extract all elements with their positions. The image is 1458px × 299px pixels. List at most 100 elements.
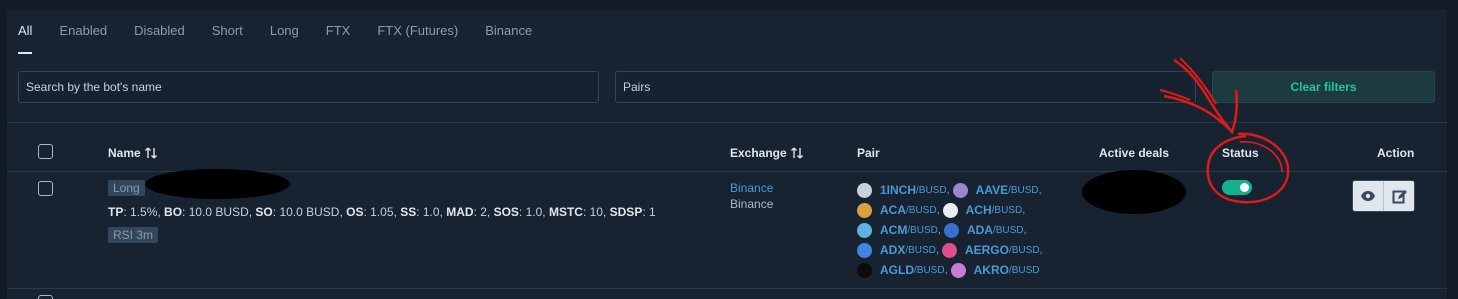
status-toggle[interactable] [1222,180,1252,195]
param-separator: : [642,205,649,219]
param-value: 10.0 BUSD, [279,205,347,219]
edit-button[interactable] [1383,181,1414,211]
pair-symbol: AGLD [880,263,914,277]
pair-item[interactable]: AERGO/BUSD, [941,242,1043,258]
tab-ftx-futures[interactable]: FTX (Futures) [377,23,458,43]
tab-long[interactable]: Long [270,23,299,43]
eye-icon [1361,191,1376,201]
tab-ftx[interactable]: FTX [326,23,351,43]
edit-icon [1392,189,1407,203]
param-value: 1.0, [422,205,447,219]
pair-symbol: AAVE [975,183,1009,197]
adx-coin-icon [857,242,872,258]
indicator-tag: RSI 3m [108,227,159,243]
aca-coin-icon [857,202,872,218]
pairs-list: 1INCH/BUSD, AAVE/BUSD, ACA/BUSD, ACH/BUSD, A… [857,180,1097,280]
clear-filters-button[interactable]: Clear filters [1212,71,1435,103]
pair-quote: /BUSD [1008,244,1040,256]
strategy-tag: Long [108,180,145,196]
pair-quote: /BUSD [992,224,1024,236]
exchange-link[interactable]: Binance [730,181,773,195]
ach-coin-icon [942,202,958,218]
param-separator: : [182,205,189,219]
exchange-header-label: Exchange [730,146,787,160]
tab-binance[interactable]: Binance [485,23,532,43]
pair-item[interactable]: 1INCH/BUSD, [857,182,950,198]
pair-symbol: ACM [880,223,908,237]
pair-symbol: AERGO [964,243,1009,257]
1inch-coin-icon [857,182,872,198]
name-header-label: Name [108,146,141,160]
pair-symbol: AKRO [973,263,1009,277]
pair-separator: , [1023,224,1027,236]
select-all-checkbox[interactable] [38,144,53,159]
param-key: BO [164,205,183,219]
pair-separator: , [936,204,940,216]
pair-item[interactable]: AAVE/BUSD, [952,182,1042,198]
pair-quote: /BUSD [914,264,945,276]
pair-separator: , [935,244,939,256]
action-buttons [1352,180,1415,212]
acm-coin-icon [857,222,872,238]
aave-coin-icon [952,182,968,198]
row-divider [7,288,1447,289]
param-value: 1.0, [525,205,549,219]
pair-item[interactable]: ACM/BUSD, [857,222,941,238]
sort-icon[interactable] [790,146,804,160]
param-separator: : [582,205,590,219]
pair-item[interactable]: ACA/BUSD, [857,202,940,218]
param-key: SDSP [609,205,643,219]
exchange-header[interactable]: Exchange [730,146,804,160]
param-separator: : [123,205,131,219]
pair-line: ACA/BUSD, ACH/BUSD, [857,200,1097,220]
pair-symbol: 1INCH [880,183,917,197]
pair-quote: /BUSD [916,184,947,196]
agld-coin-icon [857,262,872,278]
view-button[interactable] [1353,181,1384,211]
pair-item[interactable]: AGLD/BUSD, [857,262,948,278]
pair-line: 1INCH/BUSD, AAVE/BUSD, [857,180,1097,200]
exchange-account: Binance [730,197,774,211]
param-separator: : [416,205,423,219]
pair-header: Pair [857,146,880,160]
param-key: OS [346,205,364,219]
tab-enabled[interactable]: Enabled [59,23,107,43]
param-value: 2, [480,205,494,219]
pair-item[interactable]: ADA/BUSD, [943,222,1027,238]
status-header: Status [1222,146,1259,160]
pair-line: AGLD/BUSD, AKRO/BUSD [857,260,1097,280]
pair-quote: /BUSD [1008,184,1039,196]
ada-coin-icon [943,222,959,238]
pair-symbol: ACH [965,203,992,217]
akro-coin-icon [950,262,966,278]
filter-tabs: All Enabled Disabled Short Long FTX FTX … [18,23,559,54]
pair-item[interactable]: ACH/BUSD, [942,202,1026,218]
pair-line: ACM/BUSD, ADA/BUSD, [857,220,1097,240]
pair-separator: , [1039,244,1043,256]
param-separator: : [518,205,526,219]
pair-separator: , [937,224,941,236]
pair-separator: , [946,184,950,196]
pair-item[interactable]: AKRO/BUSD [950,262,1040,278]
pair-separator: , [1022,204,1026,216]
param-key: SO [255,205,273,219]
pair-quote: /BUSD [905,244,936,256]
pairs-filter-input[interactable] [615,71,1196,103]
param-key: MSTC [548,205,583,219]
pair-quote: /BUSD [991,204,1023,216]
bot-name-search-input[interactable] [18,71,599,103]
sort-icon[interactable] [144,146,158,160]
redacted-active-deals [1082,170,1186,214]
pair-item[interactable]: ADX/BUSD, [857,242,939,258]
tab-disabled[interactable]: Disabled [134,23,185,43]
param-key: SOS [493,205,519,219]
next-row-checkbox[interactable] [38,295,53,299]
active-deals-header: Active deals [1099,146,1170,160]
tab-all[interactable]: All [18,23,33,54]
tab-short[interactable]: Short [212,23,243,43]
param-key: SS [400,205,417,219]
name-header[interactable]: Name [108,146,158,160]
pair-quote: /BUSD [907,224,938,236]
pair-symbol: ADA [966,223,993,237]
row-checkbox[interactable] [38,181,53,196]
